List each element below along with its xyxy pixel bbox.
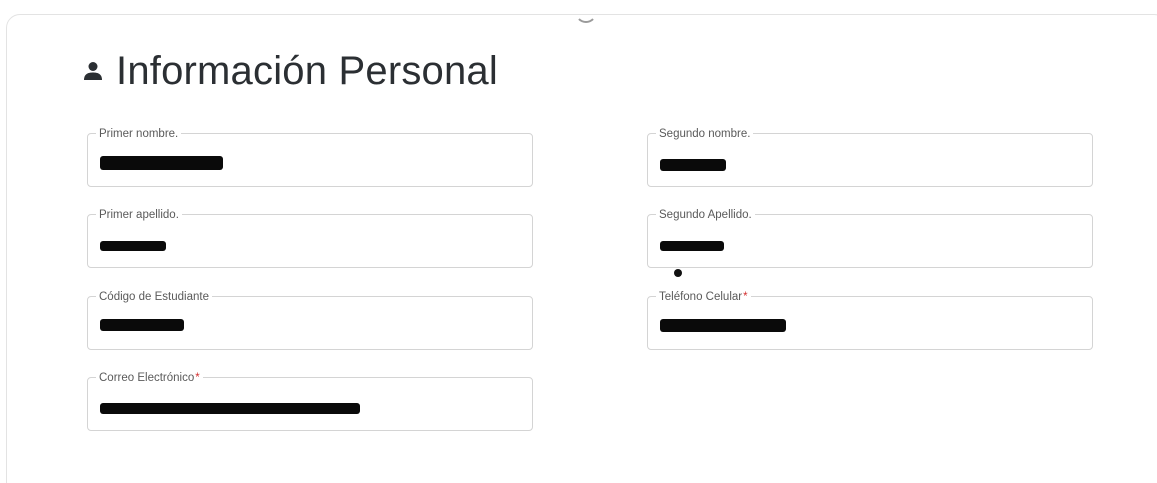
segundo-apellido-label: Segundo Apellido. [656,208,755,222]
primer-apellido-field[interactable]: Primer apellido. [87,208,533,268]
primer-nombre-label: Primer nombre. [96,127,182,141]
person-icon [80,58,106,84]
redaction-mark [100,241,166,251]
redaction-mark [660,241,724,251]
scroll-indicator-icon [575,1,597,23]
codigo-estudiante-label: Código de Estudiante [96,290,212,304]
page-title: Información Personal [116,48,498,93]
codigo-estudiante-field[interactable]: Código de Estudiante [87,290,533,350]
page: Información Personal Primer nombre. Prim… [0,0,1157,483]
telefono-celular-field[interactable]: Teléfono Celular* [647,290,1093,350]
primer-apellido-label: Primer apellido. [96,208,182,222]
correo-electronico-label: Correo Electrónico* [96,371,203,385]
bullet-dot [674,269,682,277]
correo-electronico-field[interactable]: Correo Electrónico* [87,371,533,431]
redaction-mark [660,319,786,332]
segundo-nombre-field[interactable]: Segundo nombre. [647,127,1093,187]
required-marker: * [195,372,200,384]
redaction-mark [100,319,184,331]
required-marker: * [743,291,748,303]
segundo-apellido-field[interactable]: Segundo Apellido. [647,208,1093,268]
redaction-mark [660,159,726,171]
redaction-mark [100,403,360,414]
primer-nombre-field[interactable]: Primer nombre. [87,127,533,187]
telefono-celular-label: Teléfono Celular* [656,290,751,304]
segundo-nombre-label: Segundo nombre. [656,127,754,141]
section-header: Información Personal [80,48,498,94]
redaction-mark [100,156,223,170]
